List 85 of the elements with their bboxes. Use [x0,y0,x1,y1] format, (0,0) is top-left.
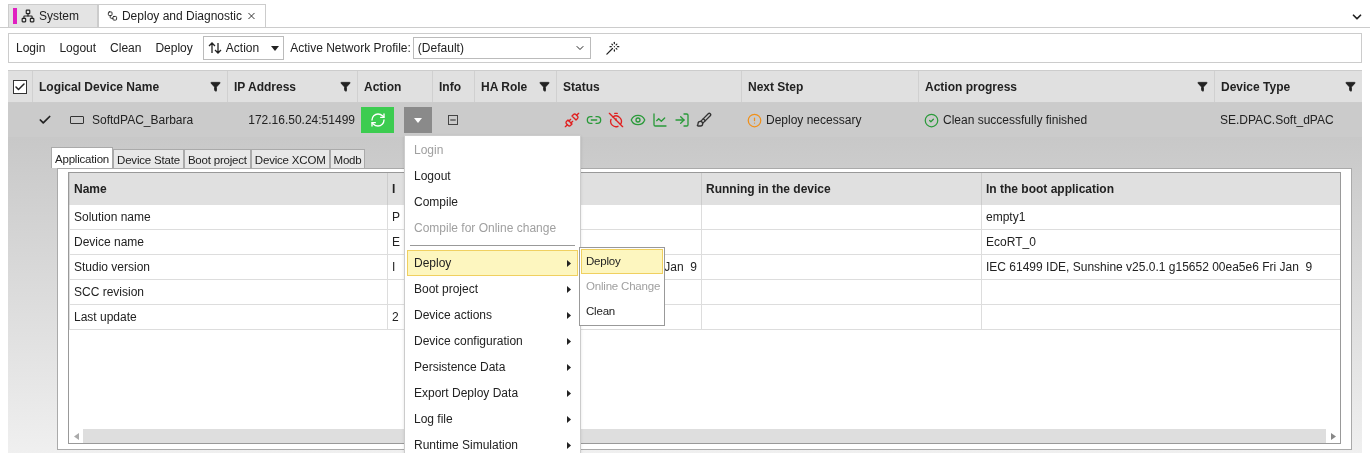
action-dropdown[interactable]: Action [202,36,285,60]
table-cell: Studio version [69,255,387,279]
device-row[interactable]: SoftdPAC_Barbara 172.16.50.24:51499 Deploy necessary Clean successfully finished SE.DPAC.Soft_dPAC [8,103,1362,137]
column-header[interactable]: Action [357,71,432,102]
detail-tab[interactable]: Device State [113,149,184,168]
menu-item[interactable]: Runtime Simulation [407,432,578,453]
column-header[interactable]: Logical Device Name [32,71,227,102]
submenu-arrow-icon [567,337,571,345]
workflow-icon [107,9,118,23]
menu-item[interactable]: Device configuration [407,328,578,354]
scroll-right-icon[interactable] [1330,432,1336,440]
submenu-arrow-icon [567,415,571,423]
detail-tab[interactable]: Device XCOM [250,149,330,168]
check-icon[interactable] [38,113,52,127]
toolbar-button[interactable]: Login [16,39,46,57]
submenu-arrow-icon [567,259,571,267]
action-progress: Clean successfully finished [943,112,1088,129]
table-cell: Device name [69,230,387,254]
profile-label: Active Network Profile: [290,40,411,57]
action-menu-button[interactable] [404,107,432,133]
column-header: Name [69,173,387,205]
table-cell: empty1 [981,205,1340,229]
table-cell: Last update [69,305,387,329]
wand-icon[interactable] [604,40,620,56]
next-step: Deploy necessary [766,111,862,129]
filter-icon[interactable] [1197,81,1208,92]
column-header[interactable]: Action progress [918,71,1214,102]
submenu-arrow-icon [567,363,571,371]
device-type: SE.DPAC.Soft_dPAC [1220,113,1334,127]
toolbar-button[interactable]: Clean [110,39,142,57]
refresh-icon [369,112,386,128]
tab-marker [13,8,17,24]
filter-icon[interactable] [210,81,221,92]
device-name: SoftdPAC_Barbara [92,112,194,129]
menu-item[interactable]: Persistence Data [407,354,578,380]
check-icon [14,80,26,93]
column-header[interactable]: HA Role [474,71,556,102]
toolbar-button[interactable]: Deploy [155,39,193,57]
menu-item[interactable]: Boot project [407,276,578,302]
sort-arrows-icon [207,42,222,54]
login-icon [674,112,690,128]
detail-tab[interactable]: Application [51,147,114,168]
menu-item[interactable]: Device actions [407,302,578,328]
timer-icon [608,112,624,128]
filter-icon[interactable] [539,81,550,92]
filter-icon[interactable] [340,81,351,92]
table-cell: IEC 61499 IDE, Sunshine v25.0.1 g15652 00ea5e6 Fri Jan 9 [981,255,1340,279]
brush-icon [696,112,712,128]
profile-select[interactable]: (Default) [412,37,591,59]
submenu-arrow-icon [567,285,571,293]
submenu-arrow-icon [567,389,571,397]
eye-icon [630,112,646,128]
checkbox[interactable] [13,79,27,94]
device-icon [70,116,84,124]
caret-icon [414,117,423,123]
detail-tab[interactable]: Modb [329,149,366,168]
column-header[interactable]: Device Type [1214,71,1362,102]
table-cell: EcoRT_0 [981,230,1340,254]
column-header: Running in the device [701,173,981,205]
ip-address: 172.16.50.24:51499 [248,113,355,127]
document-tab[interactable]: Deploy and Diagnostic [98,4,266,27]
detail-tab[interactable]: Boot project [183,149,251,168]
menu-item[interactable]: Log file [407,406,578,432]
column-header[interactable]: Status [556,71,741,102]
document-tab[interactable]: System [8,4,98,27]
success-icon [924,112,939,128]
collapse-icon[interactable] [448,115,458,125]
menu-item[interactable]: Export Deploy Data [407,380,578,406]
column-header[interactable]: Next Step [741,71,918,102]
network-icon [21,9,35,23]
table-cell: SCC revision [69,280,387,304]
column-header[interactable]: Info [432,71,474,102]
unplug-icon [564,112,580,128]
column-header[interactable]: IP Address [227,71,357,102]
menu-item[interactable]: Deploy [407,250,578,276]
menu-item[interactable]: Deploy [581,249,663,274]
warning-icon [747,112,762,128]
chart-icon [652,112,668,128]
table-cell: Solution name [69,205,387,229]
submenu-arrow-icon [567,311,571,319]
toolbar-button[interactable]: Logout [59,39,97,57]
caret-icon [271,45,280,51]
submenu-arrow-icon [567,441,571,449]
column-header: In the boot application [981,173,1340,205]
filter-icon[interactable] [1345,81,1356,92]
